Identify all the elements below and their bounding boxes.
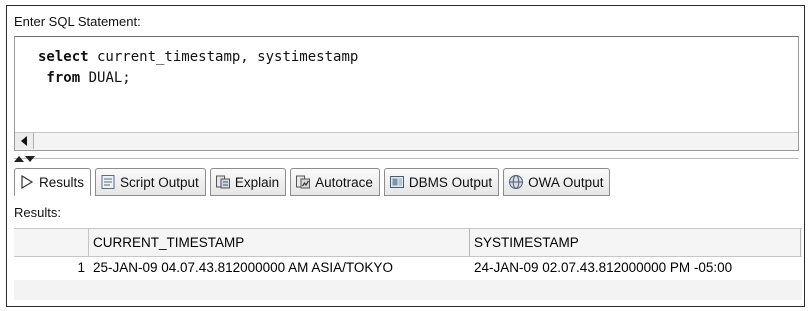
- arrow-up-icon[interactable]: [14, 156, 24, 162]
- sql-statement-label: Enter SQL Statement:: [14, 14, 141, 29]
- editor-horizontal-scrollbar[interactable]: [15, 132, 798, 150]
- pane-splitter[interactable]: [14, 152, 44, 166]
- row-number: 1: [77, 260, 85, 275]
- tab-autotrace[interactable]: Autotrace: [290, 168, 380, 196]
- column-header-current-timestamp[interactable]: CURRENT_TIMESTAMP: [89, 229, 470, 256]
- sql-code[interactable]: select current_timestamp, systimestamp f…: [38, 47, 358, 89]
- sql-editor[interactable]: select current_timestamp, systimestamp f…: [14, 36, 799, 151]
- results-grid: CURRENT_TIMESTAMP SYSTIMESTAMP 1 25-JAN-…: [14, 228, 802, 300]
- explain-plan-icon: [215, 175, 230, 189]
- sql-keyword-from: from: [38, 70, 81, 86]
- autotrace-icon: [296, 175, 311, 189]
- splitter-divider: [14, 158, 799, 159]
- tab-owa-output[interactable]: OWA Output: [503, 168, 611, 196]
- script-output-icon: [101, 175, 115, 189]
- arrow-down-icon[interactable]: [25, 156, 35, 162]
- tab-results-label: Results: [39, 174, 85, 190]
- chevron-left-icon: [21, 136, 27, 146]
- column-header-systimestamp[interactable]: SYSTIMESTAMP: [470, 229, 801, 256]
- play-triangle-icon: [21, 174, 34, 190]
- tab-dbms-output[interactable]: DBMS Output: [383, 168, 500, 196]
- tab-autotrace-label: Autotrace: [315, 174, 373, 190]
- tab-owa-output-label: OWA Output: [528, 174, 604, 190]
- results-label: Results:: [14, 205, 61, 220]
- table-row[interactable]: 1 25-JAN-09 04.07.43.812000000 AM ASIA/T…: [14, 256, 802, 281]
- scroll-left-button[interactable]: [15, 133, 34, 149]
- sql-worksheet-panel: Enter SQL Statement: select current_time…: [6, 5, 805, 307]
- tab-dbms-output-label: DBMS Output: [408, 174, 493, 190]
- sql-keyword-select: select: [38, 49, 89, 65]
- tab-script-output[interactable]: Script Output: [95, 168, 206, 196]
- row-header-corner: [14, 229, 89, 256]
- dbms-output-icon: [389, 176, 404, 188]
- tab-script-output-label: Script Output: [120, 174, 199, 190]
- results-grid-header: CURRENT_TIMESTAMP SYSTIMESTAMP: [14, 229, 802, 257]
- output-tabs: Results Script Output Explain Autotrace …: [14, 168, 611, 198]
- cell-systimestamp[interactable]: 24-JAN-09 02.07.43.812000000 PM -05:00: [470, 256, 801, 280]
- owa-output-icon: [509, 175, 524, 189]
- tab-explain-label: Explain: [234, 174, 280, 190]
- results-grid-empty-area: [14, 280, 802, 300]
- sql-from-table: DUAL;: [80, 70, 131, 86]
- cell-current-timestamp[interactable]: 25-JAN-09 04.07.43.812000000 AM ASIA/TOK…: [89, 256, 470, 280]
- sql-select-list: current_timestamp, systimestamp: [88, 49, 359, 65]
- tab-results[interactable]: Results: [14, 168, 92, 196]
- tab-explain[interactable]: Explain: [209, 168, 287, 196]
